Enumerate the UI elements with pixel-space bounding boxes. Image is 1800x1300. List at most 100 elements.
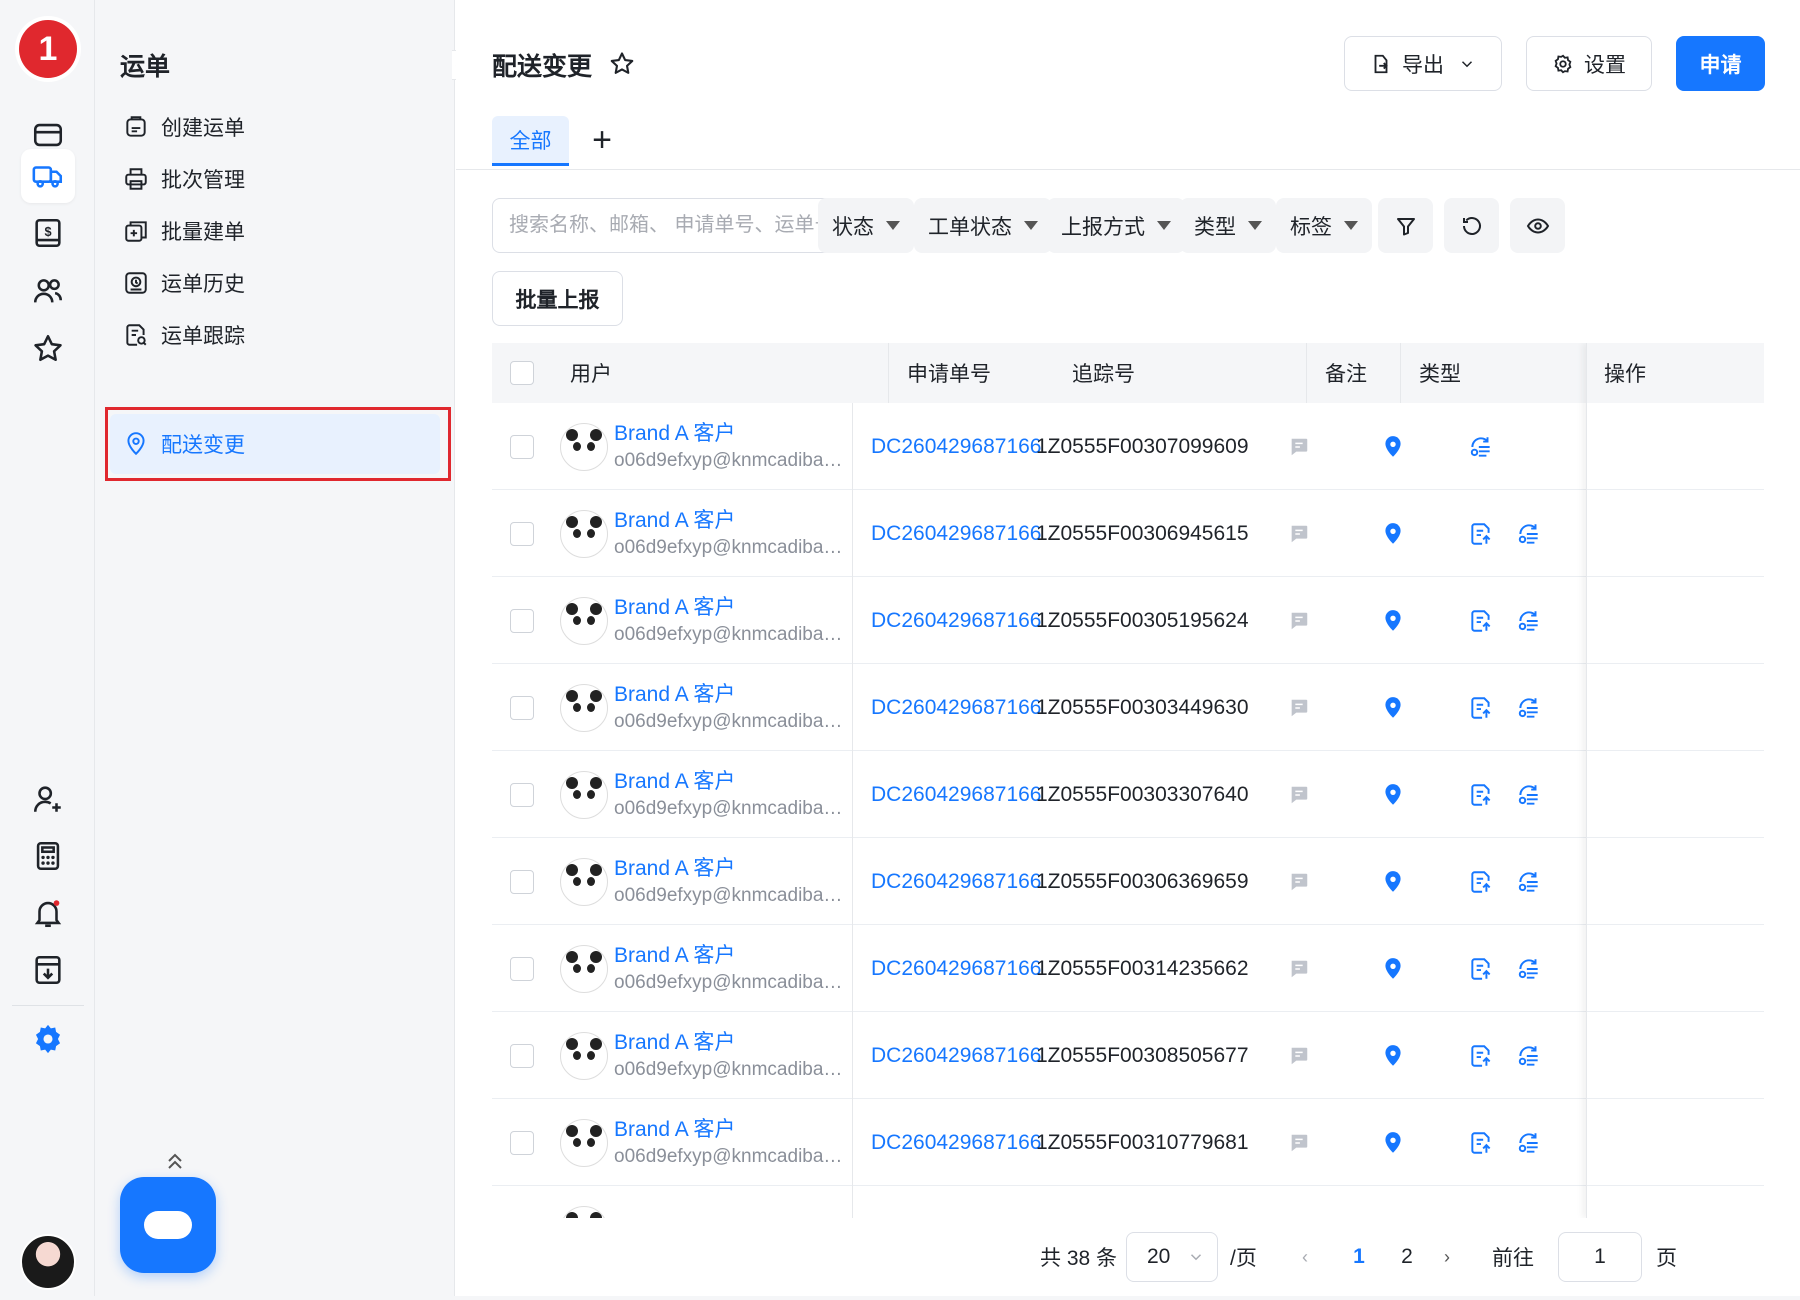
note-icon[interactable] (1288, 436, 1310, 458)
user-name-link[interactable]: Brand A 客户 (614, 768, 849, 795)
goto-page-input[interactable]: 1 (1558, 1232, 1642, 1282)
table-row[interactable]: Brand A 客户 o06d9efxyp@knmcadibav.com DC260… (492, 925, 1764, 1012)
user-name-link[interactable]: Brand A 客户 (614, 1116, 849, 1143)
reprocess-icon[interactable] (1516, 782, 1542, 808)
filter-ticket-status[interactable]: 工单状态 (914, 198, 1052, 253)
table-row[interactable]: Brand A 客户 o06d9efxyp@knmcadibav.com DC260… (492, 490, 1764, 577)
report-icon[interactable] (1468, 1043, 1494, 1069)
reprocess-icon[interactable] (1516, 869, 1542, 895)
search-input[interactable] (509, 214, 869, 237)
download-icon[interactable] (21, 943, 75, 997)
table-row[interactable]: Brand A 客户 o06d9efxyp@knmcadibav.com DC260… (492, 1012, 1764, 1099)
filter-type[interactable]: 类型 (1180, 198, 1276, 253)
row-checkbox[interactable] (510, 1043, 534, 1068)
prev-page-icon[interactable]: ‹ (1302, 1232, 1308, 1282)
double-chevron-up-icon[interactable] (155, 1146, 195, 1176)
settings-icon[interactable] (21, 1012, 75, 1066)
filter-report-method[interactable]: 上报方式 (1047, 198, 1185, 253)
nav-item-delivery-change[interactable]: 配送变更 (110, 414, 440, 474)
reprocess-icon[interactable] (1516, 1043, 1542, 1069)
table-row[interactable]: Brand A 客户 o06d9efxyp@knmcadibav.com DC260… (492, 751, 1764, 838)
chat-button[interactable] (120, 1177, 216, 1273)
report-icon[interactable] (1468, 608, 1494, 634)
report-icon[interactable] (1468, 695, 1494, 721)
bell-icon[interactable] (21, 886, 75, 940)
report-icon[interactable] (1468, 956, 1494, 982)
row-checkbox[interactable] (510, 1130, 534, 1155)
note-icon[interactable] (1288, 784, 1310, 806)
table-row[interactable]: Brand A 客户 o06d9efxyp@knmcadibav.com DC260… (492, 403, 1764, 490)
select-all-checkbox[interactable] (510, 361, 534, 385)
reprocess-icon[interactable] (1516, 956, 1542, 982)
nav-item-waybill-tracking[interactable]: 运单跟踪 (110, 305, 440, 365)
filter-tag[interactable]: 标签 (1276, 198, 1372, 253)
note-icon[interactable] (1288, 523, 1310, 545)
report-icon[interactable] (1468, 782, 1494, 808)
request-no-link[interactable]: DC260429687166 (871, 522, 1041, 546)
calculator-icon[interactable] (21, 829, 75, 883)
next-page-icon[interactable]: › (1444, 1232, 1450, 1282)
page-2[interactable]: 2 (1389, 1232, 1425, 1282)
tab-all[interactable]: 全部 (492, 116, 569, 166)
nav-item-waybill-history[interactable]: 运单历史 (110, 253, 440, 313)
request-no-link[interactable]: DC260429687166 (871, 870, 1041, 894)
user-name-link[interactable]: Brand A 客户 (614, 681, 849, 708)
table-row[interactable]: Brand A 客户 (492, 1186, 1764, 1218)
funnel-icon[interactable] (1378, 198, 1433, 253)
row-checkbox[interactable] (510, 782, 534, 807)
row-checkbox[interactable] (510, 956, 534, 981)
reprocess-icon[interactable] (1516, 695, 1542, 721)
reprocess-icon[interactable] (1516, 521, 1542, 547)
reprocess-icon[interactable] (1468, 434, 1494, 460)
report-icon[interactable] (1468, 1130, 1494, 1156)
row-checkbox[interactable] (510, 1217, 534, 1218)
note-icon[interactable] (1288, 1132, 1310, 1154)
note-icon[interactable] (1288, 871, 1310, 893)
table-row[interactable]: Brand A 客户 o06d9efxyp@knmcadibav.com DC260… (492, 577, 1764, 664)
select-all-cell[interactable] (510, 343, 534, 403)
request-no-link[interactable]: DC260429687166 (871, 609, 1041, 633)
user-avatar[interactable] (20, 1234, 76, 1290)
user-name-link[interactable]: Brand A 客户 (614, 942, 849, 969)
user-name-link[interactable]: Brand A 客户 (614, 507, 849, 534)
export-button[interactable]: 导出 (1344, 36, 1502, 91)
row-checkbox[interactable] (510, 521, 534, 546)
request-no-link[interactable]: DC260429687166 (871, 435, 1041, 459)
table-row[interactable]: Brand A 客户 o06d9efxyp@knmcadibav.com DC260… (492, 1099, 1764, 1186)
report-icon[interactable] (1468, 521, 1494, 547)
app-logo[interactable]: 1 (19, 20, 77, 78)
note-icon[interactable] (1288, 697, 1310, 719)
reprocess-icon[interactable] (1516, 1130, 1542, 1156)
table-row[interactable]: Brand A 客户 o06d9efxyp@knmcadibav.com DC260… (492, 838, 1764, 925)
nav-item-create-waybill[interactable]: 创建运单 (110, 97, 440, 157)
report-icon[interactable] (1468, 869, 1494, 895)
nav-item-batch-management[interactable]: 批次管理 (110, 149, 440, 209)
add-tab-icon[interactable]: + (582, 120, 622, 160)
filter-status[interactable]: 状态 (818, 198, 914, 253)
user-name-link[interactable]: Brand A 客户 (614, 1029, 849, 1056)
row-checkbox[interactable] (510, 695, 534, 720)
request-no-link[interactable]: DC260429687166 (871, 957, 1041, 981)
user-name-link[interactable]: Brand A 客户 (614, 420, 849, 447)
request-no-link[interactable]: DC260429687166 (871, 1131, 1041, 1155)
note-icon[interactable] (1288, 958, 1310, 980)
star-icon[interactable] (21, 322, 75, 376)
favorite-star-icon[interactable] (608, 50, 636, 78)
settings-button[interactable]: 设置 (1526, 36, 1652, 91)
page-size-select[interactable]: 20 (1126, 1232, 1218, 1282)
truck-icon[interactable] (21, 149, 75, 203)
user-name-link[interactable]: Brand A 客户 (614, 855, 849, 882)
users-icon[interactable] (21, 264, 75, 318)
note-icon[interactable] (1288, 1045, 1310, 1067)
refresh-icon[interactable] (1444, 198, 1499, 253)
request-no-link[interactable]: DC260429687166 (871, 783, 1041, 807)
batch-report-button[interactable]: 批量上报 (492, 271, 623, 326)
row-checkbox[interactable] (510, 434, 534, 459)
note-icon[interactable] (1288, 610, 1310, 632)
user-name-link[interactable]: Brand A 客户 (614, 594, 849, 621)
nav-item-bulk-create[interactable]: 批量建单 (110, 201, 440, 261)
row-checkbox[interactable] (510, 608, 534, 633)
page-1[interactable]: 1 (1341, 1232, 1377, 1282)
user-name-link[interactable]: Brand A 客户 (614, 1216, 849, 1218)
billing-icon[interactable]: $ (21, 206, 75, 260)
